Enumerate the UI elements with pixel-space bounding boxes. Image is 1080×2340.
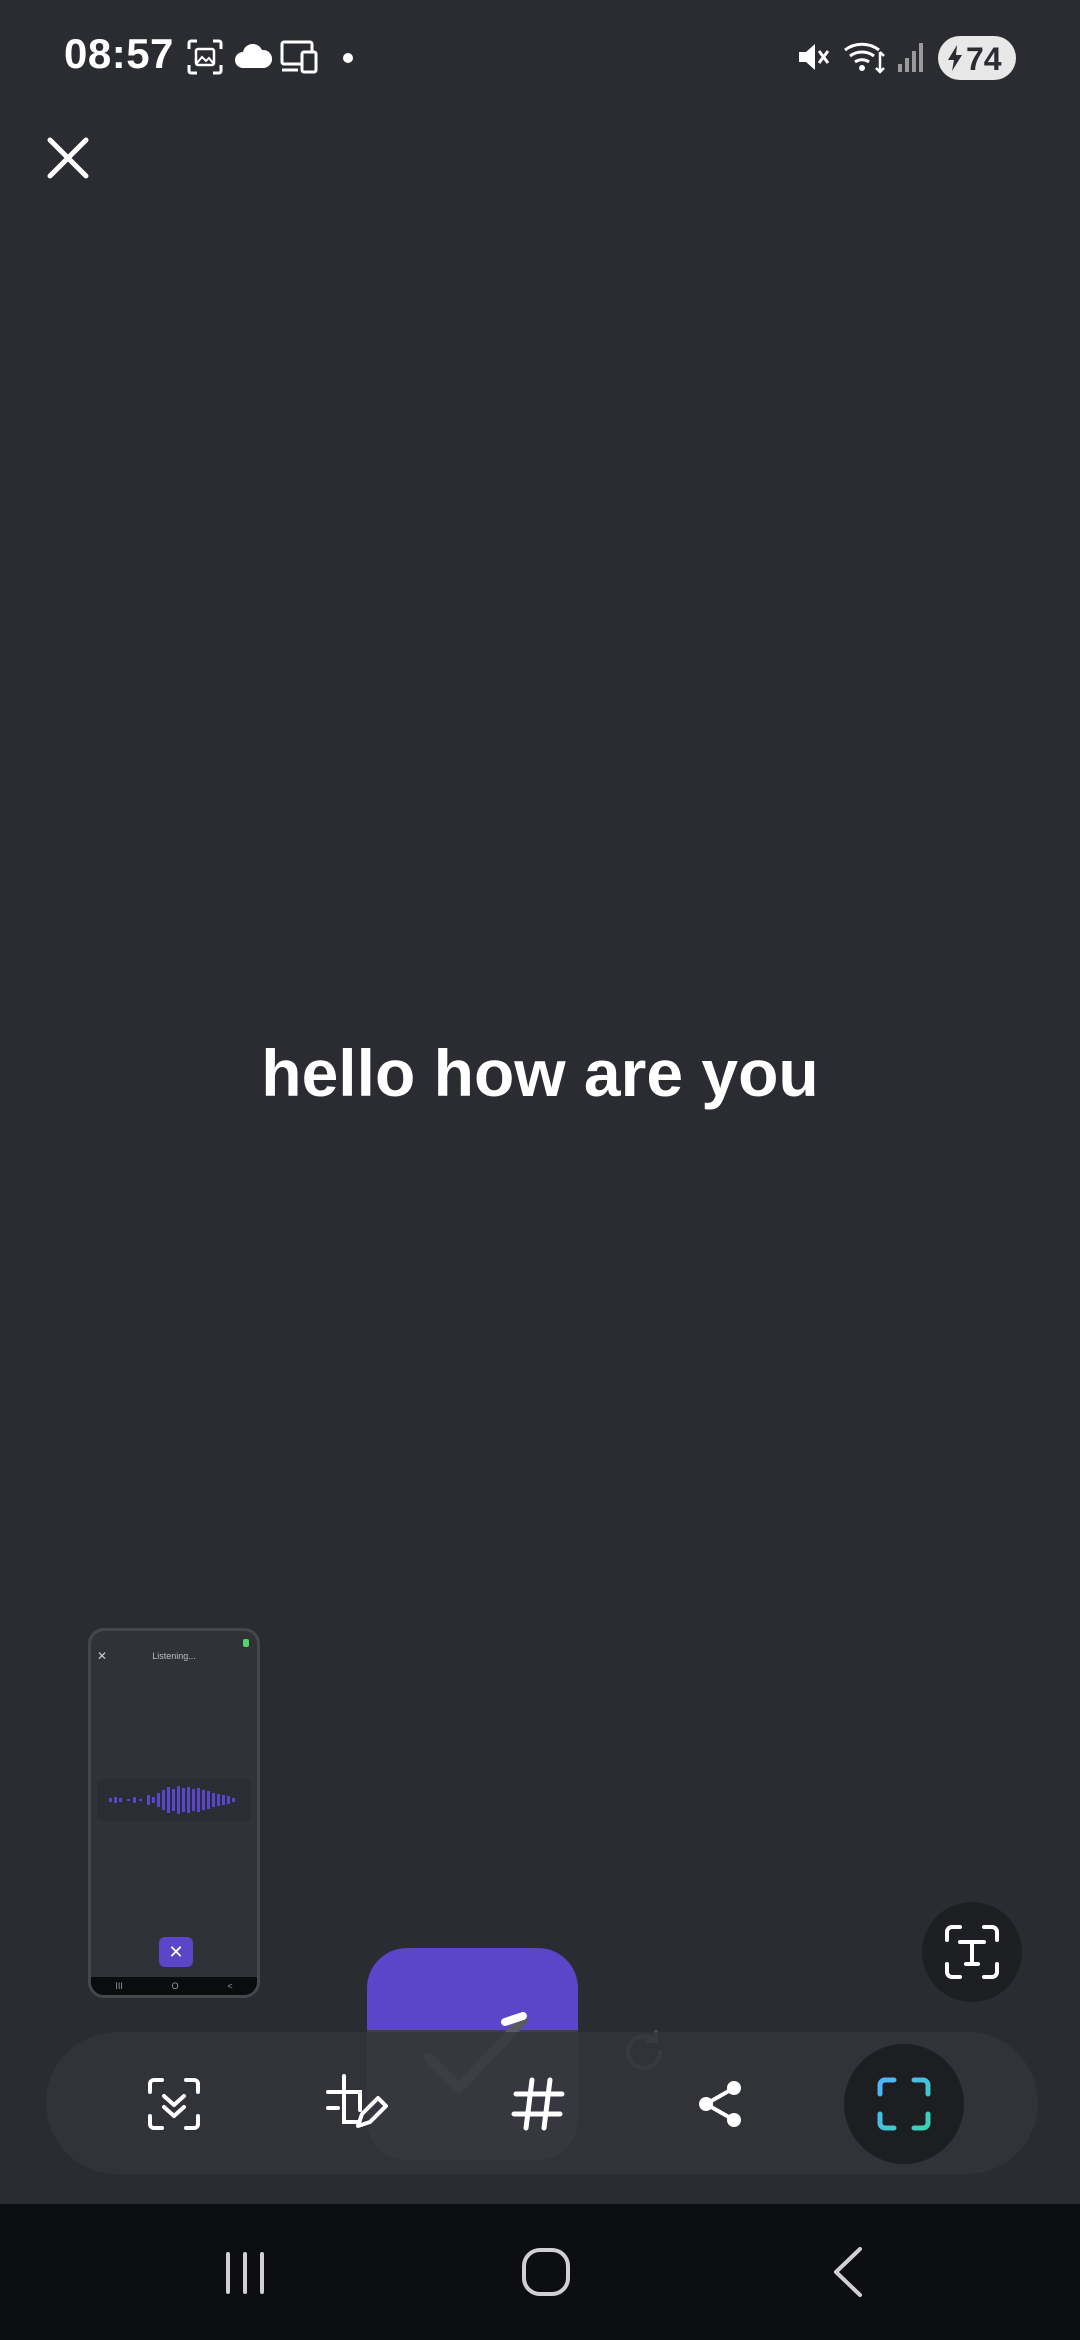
scan-icon: [877, 2077, 931, 2131]
thumbnail-nav-back: <: [227, 1981, 233, 1991]
share-icon: [699, 2081, 741, 2127]
screenshot-thumbnail[interactable]: ✕ Listening... ✕ III O <: [88, 1628, 260, 1998]
mute-icon: [799, 44, 830, 70]
notification-dot-icon: [343, 53, 353, 63]
thumbnail-indicator: [243, 1639, 249, 1647]
smart-select-button[interactable]: [134, 2064, 214, 2144]
status-bar: 08:57 74: [0, 0, 1080, 118]
recents-button[interactable]: [210, 2240, 280, 2304]
battery-bolt-icon: [948, 45, 962, 71]
cloud-icon: [235, 44, 272, 68]
back-button[interactable]: [814, 2240, 884, 2304]
waveform-icon: [109, 1786, 235, 1814]
thumbnail-nav-recents: III: [115, 1981, 123, 1991]
devices-icon: [280, 40, 318, 74]
close-icon: [47, 137, 89, 179]
hashtag-button[interactable]: [498, 2064, 578, 2144]
smart-select-icon: [148, 2078, 200, 2130]
battery-icon: 74: [938, 36, 1016, 80]
recents-icon: [226, 2252, 264, 2294]
scan-button[interactable]: [844, 2044, 964, 2164]
text-extract-icon: [945, 1925, 999, 1979]
hashtag-icon: [511, 2077, 565, 2131]
thumbnail-nav-bar: III O <: [91, 1977, 257, 1995]
status-time: 08:57: [64, 30, 174, 77]
thumbnail-stop-button: ✕: [159, 1937, 193, 1967]
home-icon: [522, 2248, 570, 2296]
close-button[interactable]: [40, 130, 96, 186]
screen: 08:57 74 hello how are you ✕ Listening..…: [0, 0, 1080, 2340]
edit-crop-icon: [326, 2074, 388, 2128]
back-icon: [834, 2247, 862, 2297]
home-button[interactable]: [511, 2240, 581, 2304]
thumbnail-nav-home: O: [171, 1981, 179, 1991]
edit-crop-button[interactable]: [316, 2064, 396, 2144]
share-button[interactable]: [680, 2064, 760, 2144]
text-extract-button[interactable]: [922, 1902, 1022, 2002]
signal-icon: [898, 43, 923, 72]
screenshot-icon: [187, 39, 223, 75]
recognized-text: hello how are you: [261, 1036, 819, 1110]
battery-level: 74: [966, 41, 1002, 77]
thumbnail-waveform: [97, 1779, 251, 1821]
thumbnail-title: Listening...: [152, 1651, 196, 1661]
wifi-icon: [844, 42, 885, 74]
